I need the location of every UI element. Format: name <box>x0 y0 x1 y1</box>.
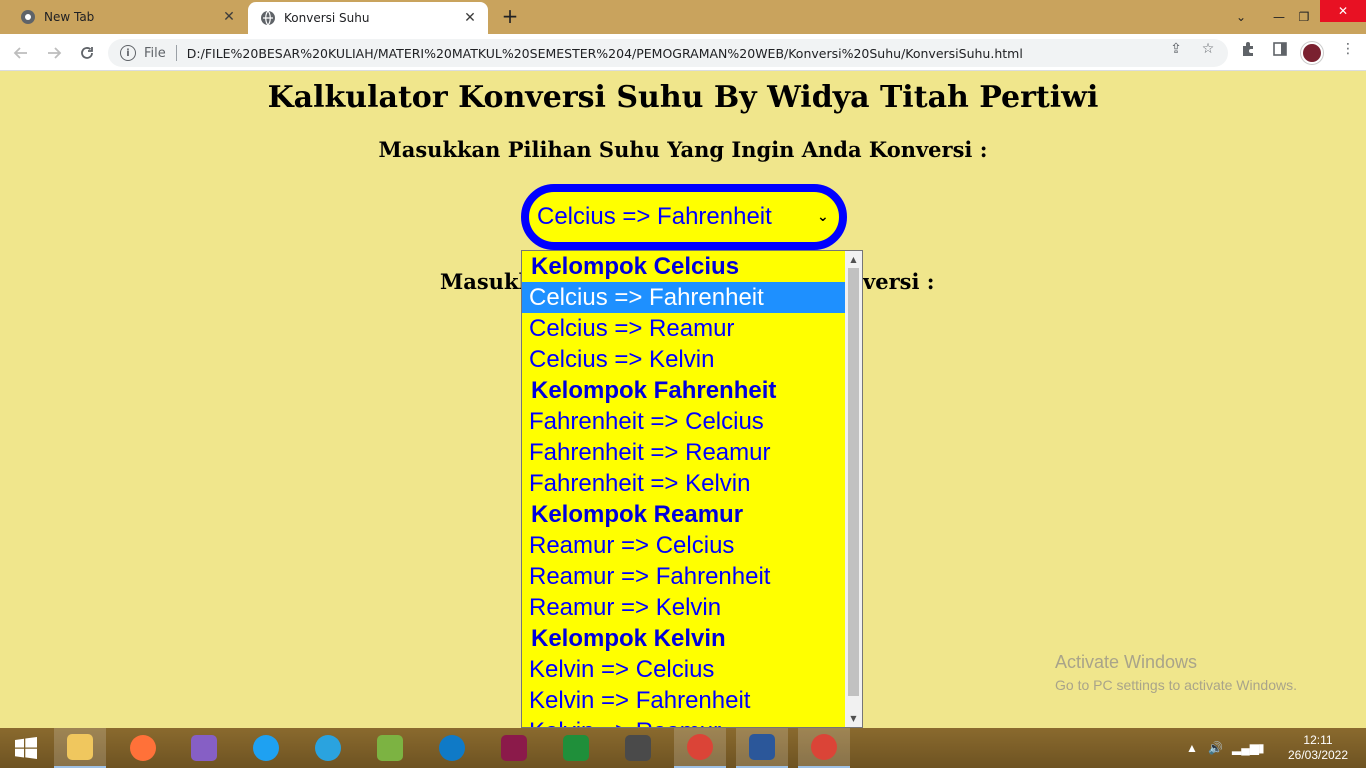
select-option[interactable]: Kelvin => Reamur <box>522 716 846 727</box>
tab-konversi-suhu[interactable]: Konversi Suhu ✕ <box>248 2 488 34</box>
conversion-select[interactable]: Celcius => Fahrenheit ⌄ <box>521 184 847 250</box>
scheme-label: File <box>144 45 166 61</box>
network-signal-icon[interactable]: ▂▄▆ <box>1232 728 1259 768</box>
select-option[interactable]: Reamur => Celcius <box>522 530 846 561</box>
virtualbox-icon[interactable] <box>364 728 416 768</box>
menu-kebab-icon[interactable]: ⋮ <box>1340 41 1356 57</box>
optgroup-label: Kelompok Kelvin <box>531 625 726 652</box>
dropdown-scrollbar[interactable]: ▲ ▼ <box>845 251 862 727</box>
restore-icon[interactable]: ❐ <box>1285 0 1323 34</box>
back-arrow-icon[interactable] <box>10 42 32 64</box>
chevron-down-icon: ⌄ <box>817 209 829 225</box>
taskbar-clock[interactable]: 12:11 26/03/2022 <box>1282 733 1354 763</box>
site-info-icon[interactable]: i <box>120 45 136 61</box>
battery-icon[interactable]: ▮ <box>1258 728 1265 768</box>
page-title: Kalkulator Konversi Suhu By Widya Titah … <box>267 80 1099 115</box>
telegram-icon[interactable] <box>302 728 354 768</box>
extensions-puzzle-icon[interactable] <box>1240 41 1256 57</box>
clock-time: 12:11 <box>1303 733 1333 747</box>
windows-taskbar: ▲ 🔊 ▂▄▆ ▮ <box>0 728 1366 768</box>
scroll-up-icon[interactable]: ▲ <box>845 251 862 268</box>
excel-icon[interactable] <box>550 728 602 768</box>
optgroup-label: Kelompok Fahrenheit <box>531 377 777 404</box>
side-panel-icon[interactable] <box>1272 41 1288 57</box>
browser-toolbar: i File D:/FILE%20BESAR%20KULIAH/MATERI%2… <box>0 34 1366 71</box>
select-option[interactable]: Celcius => Reamur <box>522 313 846 344</box>
sublime-text-icon[interactable] <box>612 728 664 768</box>
divider <box>175 45 177 61</box>
new-tab-plus-icon[interactable]: + <box>500 6 520 26</box>
reload-icon[interactable] <box>76 42 98 64</box>
option-list: Kelompok Celcius Celcius => Fahrenheit Cel… <box>522 251 846 727</box>
tab-new-tab[interactable]: New Tab ✕ <box>0 0 247 34</box>
share-icon[interactable]: ⇪ <box>1168 41 1184 57</box>
select-prompt: Masukkan Pilihan Suhu Yang Ingin Anda Ko… <box>378 137 988 162</box>
value-prompt-right: versi : <box>863 269 935 294</box>
clock-date: 26/03/2022 <box>1287 748 1349 762</box>
chrome-taskbar-icon[interactable] <box>674 728 726 768</box>
close-tab-icon[interactable]: ✕ <box>219 7 239 27</box>
tab-label: New Tab <box>44 10 95 24</box>
select-option[interactable]: Reamur => Kelvin <box>522 592 846 623</box>
tab-strip: New Tab ✕ Konversi Suhu ✕ + ⌄ — ❐ ✕ <box>0 0 1366 34</box>
select-dropdown-list[interactable]: Kelompok Celcius Celcius => Fahrenheit Cel… <box>521 250 863 728</box>
internet-explorer-icon[interactable] <box>240 728 292 768</box>
firefox-icon[interactable] <box>117 728 169 768</box>
select-option[interactable]: Reamur => Fahrenheit <box>522 561 846 592</box>
activate-windows-subtitle: Go to PC settings to activate Windows. <box>1055 677 1297 693</box>
value-prompt-left: Masukk <box>440 269 534 294</box>
tray-overflow-icon[interactable]: ▲ <box>1186 728 1198 768</box>
file-explorer-icon[interactable] <box>54 728 106 768</box>
profile-avatar[interactable] <box>1301 42 1323 64</box>
optgroup-label: Kelompok Reamur <box>531 501 744 528</box>
start-windows-icon[interactable] <box>0 728 52 768</box>
word-icon[interactable] <box>736 728 788 768</box>
chrome-icon <box>20 9 36 25</box>
address-bar[interactable]: i File D:/FILE%20BESAR%20KULIAH/MATERI%2… <box>108 39 1228 67</box>
forward-arrow-icon[interactable] <box>43 42 65 64</box>
url-text[interactable]: D:/FILE%20BESAR%20KULIAH/MATERI%20MATKUL… <box>187 46 1023 61</box>
chrome-taskbar-icon-2[interactable] <box>798 728 850 768</box>
select-option[interactable]: Fahrenheit => Kelvin <box>522 468 846 499</box>
volume-icon[interactable]: 🔊 <box>1208 728 1223 768</box>
activate-windows-title: Activate Windows <box>1055 652 1198 672</box>
edge-icon[interactable] <box>426 728 478 768</box>
optgroup-label: Kelompok Celcius <box>531 253 740 280</box>
select-option[interactable]: Kelvin => Fahrenheit <box>522 685 846 716</box>
scroll-down-icon[interactable]: ▼ <box>845 710 862 727</box>
tab-search-chevron-icon[interactable]: ⌄ <box>1222 0 1260 34</box>
bookmark-star-icon[interactable]: ☆ <box>1200 41 1216 57</box>
select-option[interactable]: Celcius => Kelvin <box>522 344 846 375</box>
select-option[interactable]: Celcius => Fahrenheit <box>522 282 846 313</box>
visual-studio-icon[interactable] <box>178 728 230 768</box>
winrar-icon[interactable] <box>488 728 540 768</box>
tab-label: Konversi Suhu <box>284 11 370 25</box>
select-option[interactable]: Fahrenheit => Reamur <box>522 437 846 468</box>
window-close-icon[interactable]: ✕ <box>1320 0 1366 22</box>
select-option[interactable]: Kelvin => Celcius <box>522 654 846 685</box>
select-current-value: Celcius => Fahrenheit <box>537 203 772 230</box>
globe-icon <box>260 10 276 26</box>
select-option[interactable]: Fahrenheit => Celcius <box>522 406 846 437</box>
scrollbar-thumb[interactable] <box>848 268 859 696</box>
close-tab-icon[interactable]: ✕ <box>460 8 480 28</box>
